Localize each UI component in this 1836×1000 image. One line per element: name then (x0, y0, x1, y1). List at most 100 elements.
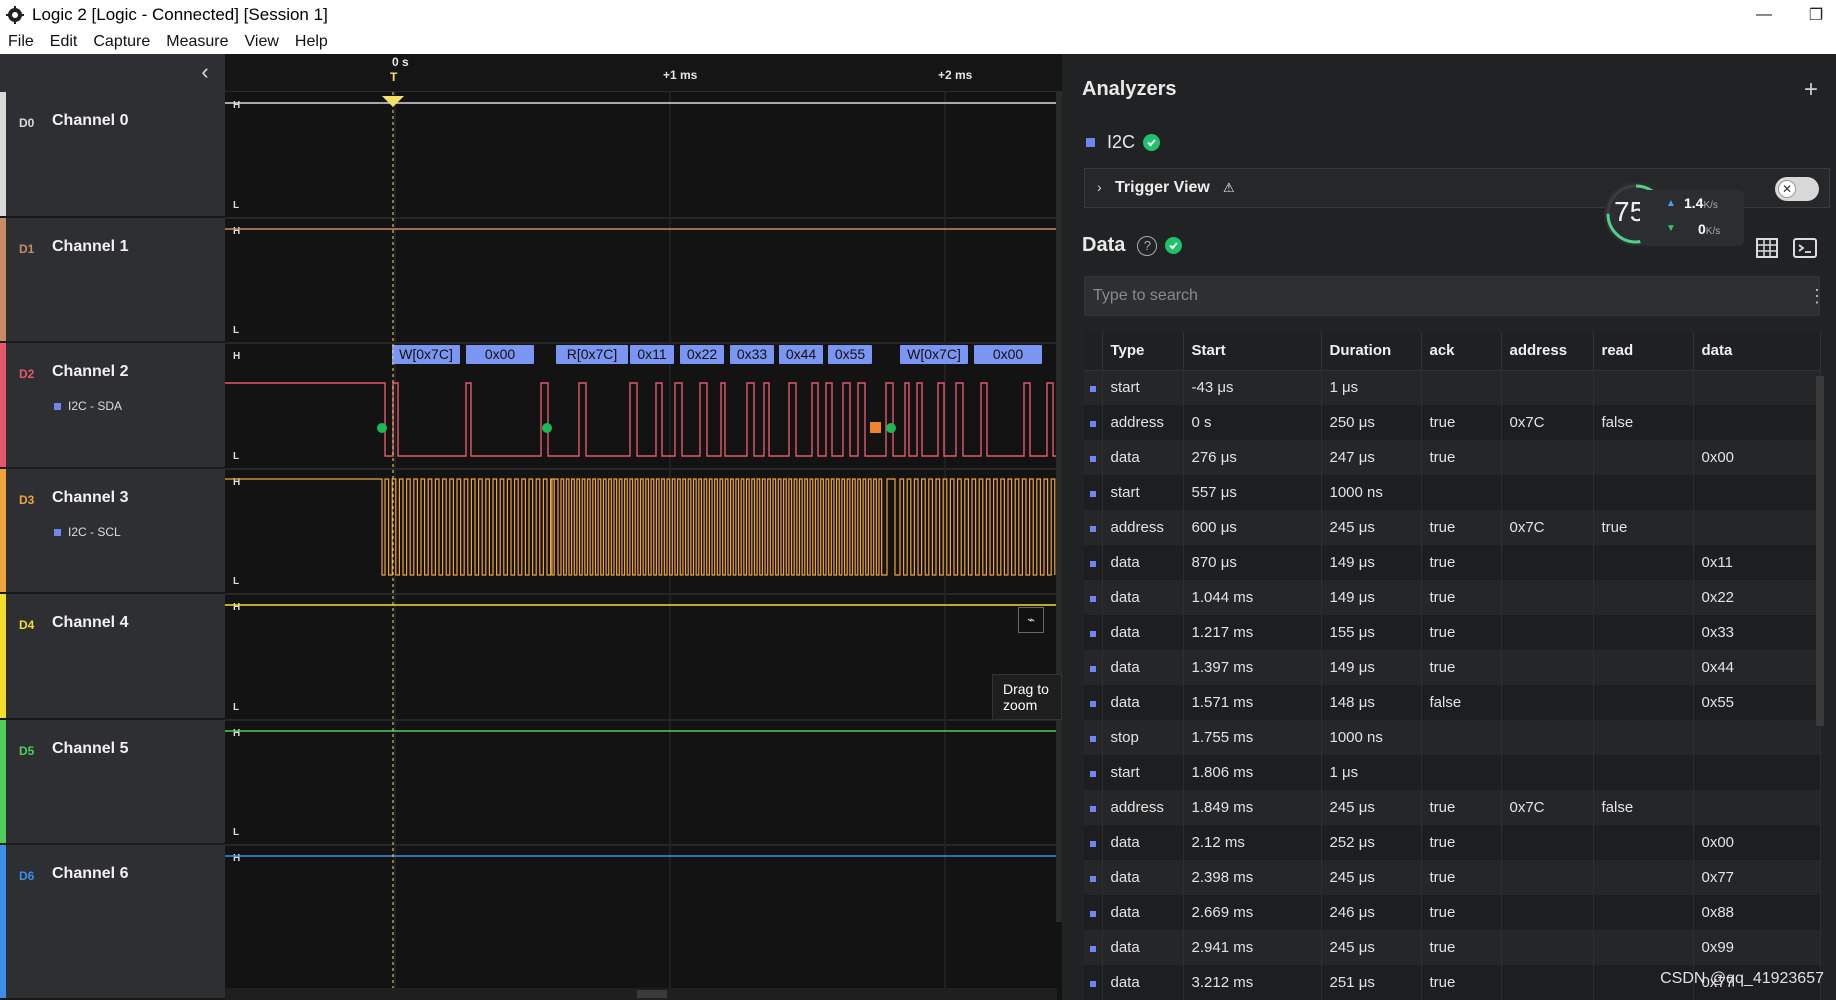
cell-read (1593, 825, 1694, 860)
row-marker (1084, 965, 1103, 1000)
cell-type: data (1102, 650, 1184, 685)
cell-read (1593, 650, 1694, 685)
table-view-icon[interactable] (1754, 236, 1780, 260)
table-row[interactable]: data 1.044 ms 149 μs true 0x22 (1084, 580, 1821, 615)
table-row[interactable]: data 870 μs 149 μs true 0x11 (1084, 545, 1821, 580)
waveform-horizontal-scrollbar[interactable] (225, 988, 1057, 1000)
analyzer-item-i2c[interactable]: I2C (1086, 132, 1161, 153)
table-row[interactable]: data 1.397 ms 149 μs true 0x44 (1084, 650, 1821, 685)
cell-type: data (1102, 615, 1184, 650)
channel-row-6[interactable]: D6 Channel 6 (0, 845, 225, 1000)
row-marker-square (1089, 771, 1096, 777)
cell-address (1501, 825, 1594, 860)
more-options-icon[interactable]: ⋮ (1808, 286, 1826, 307)
table-row[interactable]: start -43 μs 1 μs (1084, 370, 1821, 405)
row-marker-square (1089, 386, 1096, 393)
cell-type: start (1102, 755, 1184, 790)
row-marker (1084, 895, 1103, 930)
table-row[interactable]: address 0 s 250 μs true 0x7C false (1084, 405, 1821, 440)
check-icon (1143, 134, 1161, 151)
menu-edit[interactable]: Edit (42, 33, 86, 51)
table-row[interactable]: address 600 μs 245 μs true 0x7C true (1084, 510, 1821, 545)
table-row[interactable]: data 276 μs 247 μs true 0x00 (1084, 440, 1821, 475)
column-header-data[interactable]: data (1693, 332, 1821, 371)
level-low-label: L (233, 576, 239, 587)
cell-duration: 148 μs (1321, 685, 1422, 720)
level-high-label: H (233, 728, 240, 739)
analyzers-title: Analyzers (1082, 78, 1177, 100)
cell-ack: true (1421, 895, 1502, 930)
channel-row-4[interactable]: D4 Channel 4 (0, 594, 225, 720)
cell-duration: 1 μs (1321, 755, 1422, 790)
chevron-left-icon[interactable]: ‹ (193, 59, 217, 84)
column-header-address[interactable]: address (1501, 332, 1594, 371)
channel-color-bar (0, 845, 6, 998)
table-row[interactable]: data 2.398 ms 245 μs true 0x77 (1084, 860, 1821, 895)
table-row[interactable]: data 2.941 ms 245 μs true 0x99 (1084, 930, 1821, 965)
table-row[interactable]: data 1.571 ms 148 μs false 0x55 (1084, 685, 1821, 720)
channel-row-5[interactable]: D5 Channel 5 (0, 720, 225, 845)
level-high-label: H (233, 100, 240, 111)
row-marker (1084, 720, 1103, 755)
plus-icon[interactable]: + (1804, 76, 1818, 104)
channel-row-3[interactable]: D3 Channel 3 I2C - SCL (0, 469, 225, 594)
menu-help[interactable]: Help (287, 33, 336, 51)
row-marker (1084, 370, 1103, 405)
cell-data: 0x44 (1693, 650, 1821, 685)
menu-bar: File Edit Capture Measure View Help (0, 30, 1836, 54)
chevron-right-icon[interactable]: › (1097, 179, 1102, 195)
table-row[interactable]: start 557 μs 1000 ns (1084, 475, 1821, 510)
menu-measure[interactable]: Measure (158, 33, 236, 51)
cell-duration: 1 μs (1321, 370, 1422, 405)
table-row[interactable]: data 1.217 ms 155 μs true 0x33 (1084, 615, 1821, 650)
column-header-ack[interactable]: ack (1421, 332, 1502, 371)
row-marker-square (1089, 596, 1096, 602)
channel-tag: D6 (19, 869, 35, 883)
cell-start: 276 μs (1183, 440, 1322, 475)
column-header-type[interactable]: Type (1102, 332, 1184, 371)
channel-name: Channel 0 (52, 112, 129, 129)
channel-row-0[interactable]: D0 Channel 0 (0, 92, 225, 218)
cell-start: 1.397 ms (1183, 650, 1322, 685)
help-icon[interactable]: ? (1137, 235, 1158, 256)
time-ruler[interactable]: 0 s T +1 ms +2 ms (225, 54, 1062, 92)
column-header-duration[interactable]: Duration (1321, 332, 1422, 371)
table-row[interactable]: stop 1.755 ms 1000 ns (1084, 720, 1821, 755)
cell-address (1501, 685, 1594, 720)
cell-data: 0x00 (1693, 440, 1821, 475)
channel-tag: D5 (19, 744, 35, 758)
search-input[interactable] (1084, 276, 1820, 316)
trigger-view-toggle[interactable]: ✕ (1775, 177, 1819, 201)
cell-type: address (1102, 790, 1184, 825)
table-row[interactable]: start 1.806 ms 1 μs (1084, 755, 1821, 790)
waveform-canvas[interactable]: HLHLHLHLHLHLHW[0x7C] 0x00 R[0x7C] 0x11 0x22 0… (225, 92, 1057, 1000)
restore-button[interactable]: ❐ (1796, 0, 1836, 30)
table-scrollbar[interactable] (1816, 376, 1824, 726)
cell-read (1593, 370, 1694, 405)
table-row[interactable]: data 2.12 ms 252 μs true 0x00 (1084, 825, 1821, 860)
column-header-start[interactable]: Start (1183, 332, 1322, 371)
menu-capture[interactable]: Capture (85, 33, 158, 51)
channel-row-2[interactable]: D2 Channel 2 I2C - SDA (0, 343, 225, 469)
cell-duration: 245 μs (1321, 790, 1422, 825)
table-row[interactable]: data 2.669 ms 246 μs true 0x88 (1084, 895, 1821, 930)
table-row[interactable]: address 1.849 ms 245 μs true 0x7C false (1084, 790, 1821, 825)
cell-type: address (1102, 405, 1184, 440)
menu-file[interactable]: File (0, 33, 42, 51)
zoom-icon[interactable]: ⌁ (1018, 607, 1044, 633)
cell-type: data (1102, 895, 1184, 930)
channel-row-1[interactable]: D1 Channel 1 (0, 218, 225, 343)
row-marker (1084, 475, 1103, 510)
cell-data: 0x33 (1693, 615, 1821, 650)
menu-view[interactable]: View (237, 33, 287, 51)
terminal-view-icon[interactable] (1792, 236, 1818, 260)
channel-tag: D2 (19, 367, 35, 381)
column-header-read[interactable]: read (1593, 332, 1694, 371)
cell-read (1593, 685, 1694, 720)
cell-start: 1.806 ms (1183, 755, 1322, 790)
cell-start: 2.669 ms (1183, 895, 1322, 930)
scrollbar-thumb[interactable] (637, 990, 667, 998)
cell-read (1593, 615, 1694, 650)
cell-data (1693, 475, 1821, 510)
minimize-button[interactable]: — (1744, 0, 1784, 30)
